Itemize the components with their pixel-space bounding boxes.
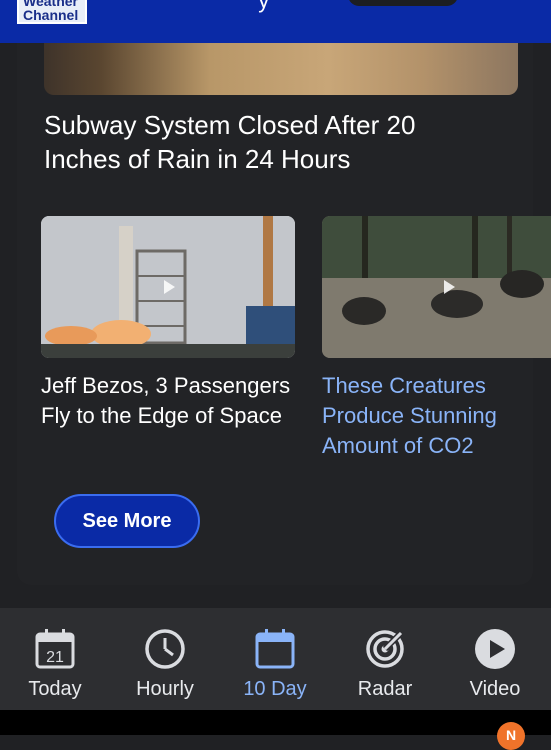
bottom-navigation: 21 Today Hourly 10 Day Radar Video: [0, 608, 551, 710]
boars-image: [322, 216, 551, 358]
nav-item-10-day[interactable]: 10 Day: [220, 608, 330, 710]
top-pill-button[interactable]: [348, 0, 458, 6]
logo-line-2: Channel: [23, 7, 79, 23]
video-thumbnail-2[interactable]: [322, 216, 551, 358]
nav-label-video: Video: [469, 678, 521, 700]
menu-icon[interactable]: [486, 0, 530, 4]
feature-image[interactable]: [44, 43, 518, 95]
nav-label-10-day: 10 Day: [243, 678, 307, 700]
nav-item-today[interactable]: 21 Today: [0, 608, 110, 710]
see-more-button[interactable]: See More: [54, 494, 200, 548]
calendar-day-number: 21: [46, 649, 64, 666]
system-navigation-bar: [0, 710, 551, 735]
video-thumbnail-1[interactable]: [41, 216, 295, 358]
calendar-day-icon: 21: [34, 628, 76, 670]
nav-item-radar[interactable]: Radar: [330, 608, 440, 710]
play-icon: [444, 280, 455, 294]
top-app-bar: Weather Channel 'y: [0, 0, 551, 43]
nav-label-hourly: Hourly: [136, 678, 194, 700]
video-title-1[interactable]: Jeff Bezos, 3 Passengers Fly to the Edge…: [41, 371, 301, 431]
nav-item-video[interactable]: Video: [440, 608, 550, 710]
play-icon: [164, 280, 175, 294]
nav-label-today: Today: [28, 678, 82, 700]
radar-icon: [364, 628, 406, 670]
notification-badge[interactable]: N: [497, 722, 525, 750]
video-title-2[interactable]: These Creatures Produce Stunning Amount …: [322, 371, 551, 461]
play-circle-icon: [474, 628, 516, 670]
weather-channel-logo[interactable]: Weather Channel: [17, 0, 87, 24]
calendar-icon: [254, 628, 296, 670]
nav-item-hourly[interactable]: Hourly: [110, 608, 220, 710]
feature-headline[interactable]: Subway System Closed After 20 Inches of …: [44, 108, 484, 176]
nav-label-radar: Radar: [357, 678, 413, 700]
location-title-partial[interactable]: 'y: [254, 0, 269, 14]
clock-icon: [144, 628, 186, 670]
